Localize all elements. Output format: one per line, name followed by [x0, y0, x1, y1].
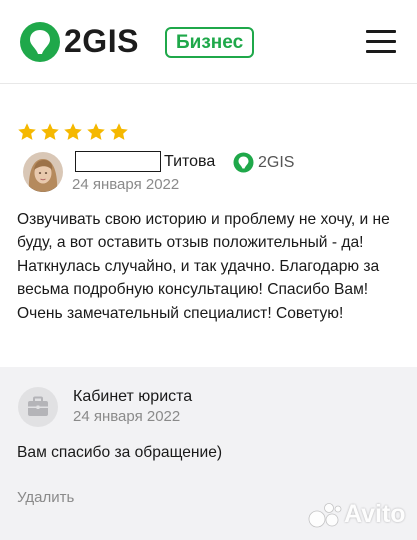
- briefcase-icon: [28, 396, 48, 416]
- avito-watermark: Avito: [308, 499, 408, 531]
- rating-stars: [17, 122, 129, 144]
- star-icon: [110, 123, 128, 140]
- app-header: 2GIS Бизнес: [0, 0, 417, 84]
- watermark-text: Avito: [344, 500, 406, 528]
- star-icon: [64, 123, 82, 140]
- reply-avatar: [18, 387, 58, 427]
- business-badge[interactable]: Бизнес: [165, 27, 255, 58]
- author-avatar: [23, 152, 63, 192]
- 2gis-pin-icon: [233, 152, 254, 173]
- delete-reply-button[interactable]: Удалить: [17, 489, 74, 506]
- star-icon: [87, 123, 105, 140]
- author-name-redacted: [75, 151, 161, 172]
- star-icon: [18, 123, 36, 140]
- review-date: 24 января 2022: [72, 176, 180, 193]
- reply-date: 24 января 2022: [73, 408, 181, 425]
- 2gis-logo[interactable]: 2GIS: [19, 21, 154, 63]
- review-card: Титова 2GIS 24 января 2022 Озвучивать св…: [0, 84, 417, 367]
- avito-logo-icon: [308, 503, 342, 528]
- review-text: Озвучивать свою историю и проблему не хо…: [17, 211, 390, 322]
- hamburger-menu-icon[interactable]: [366, 30, 396, 54]
- star-icon: [41, 123, 59, 140]
- source-label: 2GIS: [258, 154, 295, 171]
- reply-author: Кабинет юриста: [73, 388, 193, 405]
- 2gis-pin-icon: [20, 22, 60, 62]
- author-name: Титова: [164, 153, 216, 170]
- logo-text: 2GIS: [64, 23, 139, 59]
- reply-text: Вам спасибо за обращение): [17, 444, 223, 461]
